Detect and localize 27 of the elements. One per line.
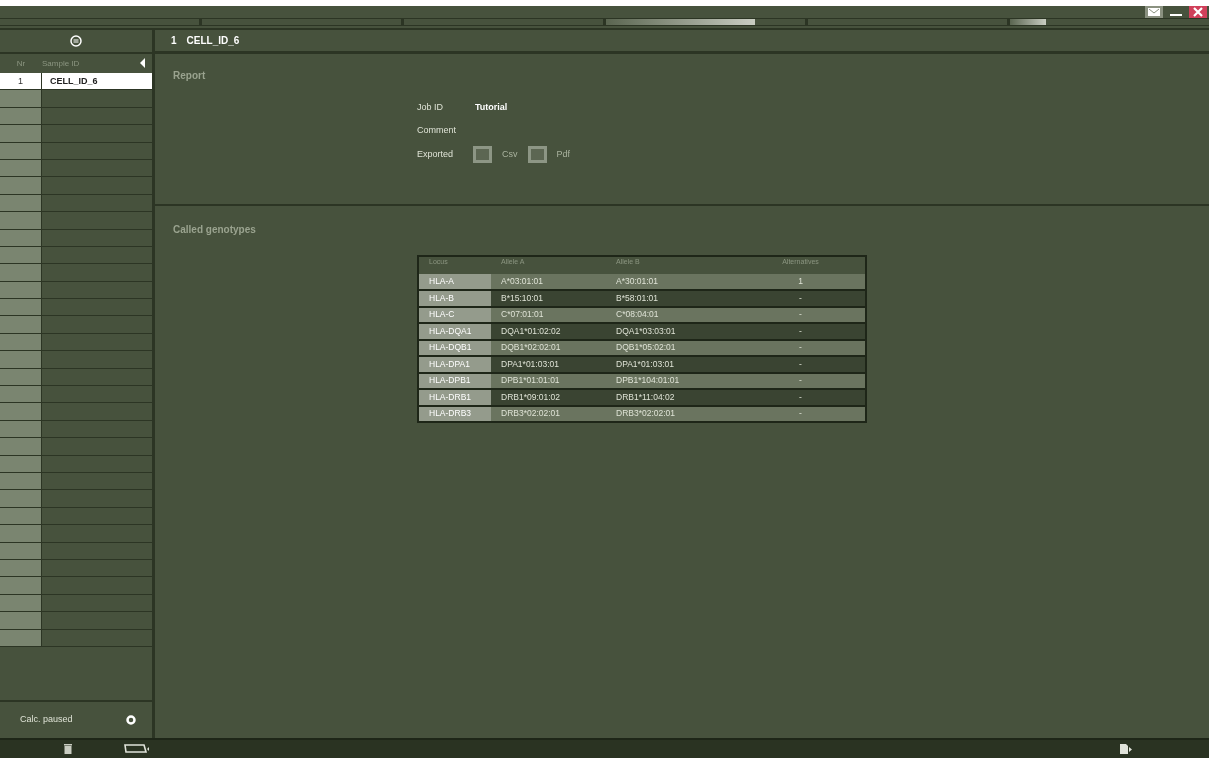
- checkbox-label: Pdf: [556, 147, 570, 161]
- close-icon: [1193, 7, 1203, 17]
- checkbox-label: Csv: [502, 147, 518, 161]
- field-label: Comment: [417, 123, 457, 137]
- collapse-icon[interactable]: [140, 58, 146, 68]
- section-title: Called genotypes: [173, 223, 257, 237]
- export-document-icon[interactable]: [1119, 743, 1133, 755]
- field-label: Exported: [417, 147, 455, 161]
- minimize-icon: [1170, 14, 1182, 16]
- table-cell: A*30:01:01: [606, 273, 736, 290]
- close-button[interactable]: [1189, 6, 1207, 18]
- sample-row[interactable]: 1 CELL_ID_6: [0, 73, 152, 91]
- field-value: Tutorial: [475, 101, 508, 114]
- sample-title: CELL_ID_6: [186, 34, 240, 48]
- menu-icon[interactable]: [70, 35, 82, 47]
- status-text: Calc. paused: [20, 713, 73, 727]
- table-cell: HLA-A: [418, 273, 491, 290]
- table-cell: 1: [736, 273, 866, 290]
- field-label: Job ID: [417, 101, 444, 114]
- sample-number: 1: [171, 34, 177, 48]
- tray-icon[interactable]: [124, 744, 150, 754]
- ring-icon[interactable]: [126, 715, 136, 725]
- envelope-icon: [1148, 8, 1160, 16]
- section-title: Report: [173, 69, 207, 83]
- trash-icon[interactable]: [64, 744, 72, 754]
- table-cell: A*03:01:01: [491, 273, 606, 290]
- column-header: Nr: [15, 57, 27, 70]
